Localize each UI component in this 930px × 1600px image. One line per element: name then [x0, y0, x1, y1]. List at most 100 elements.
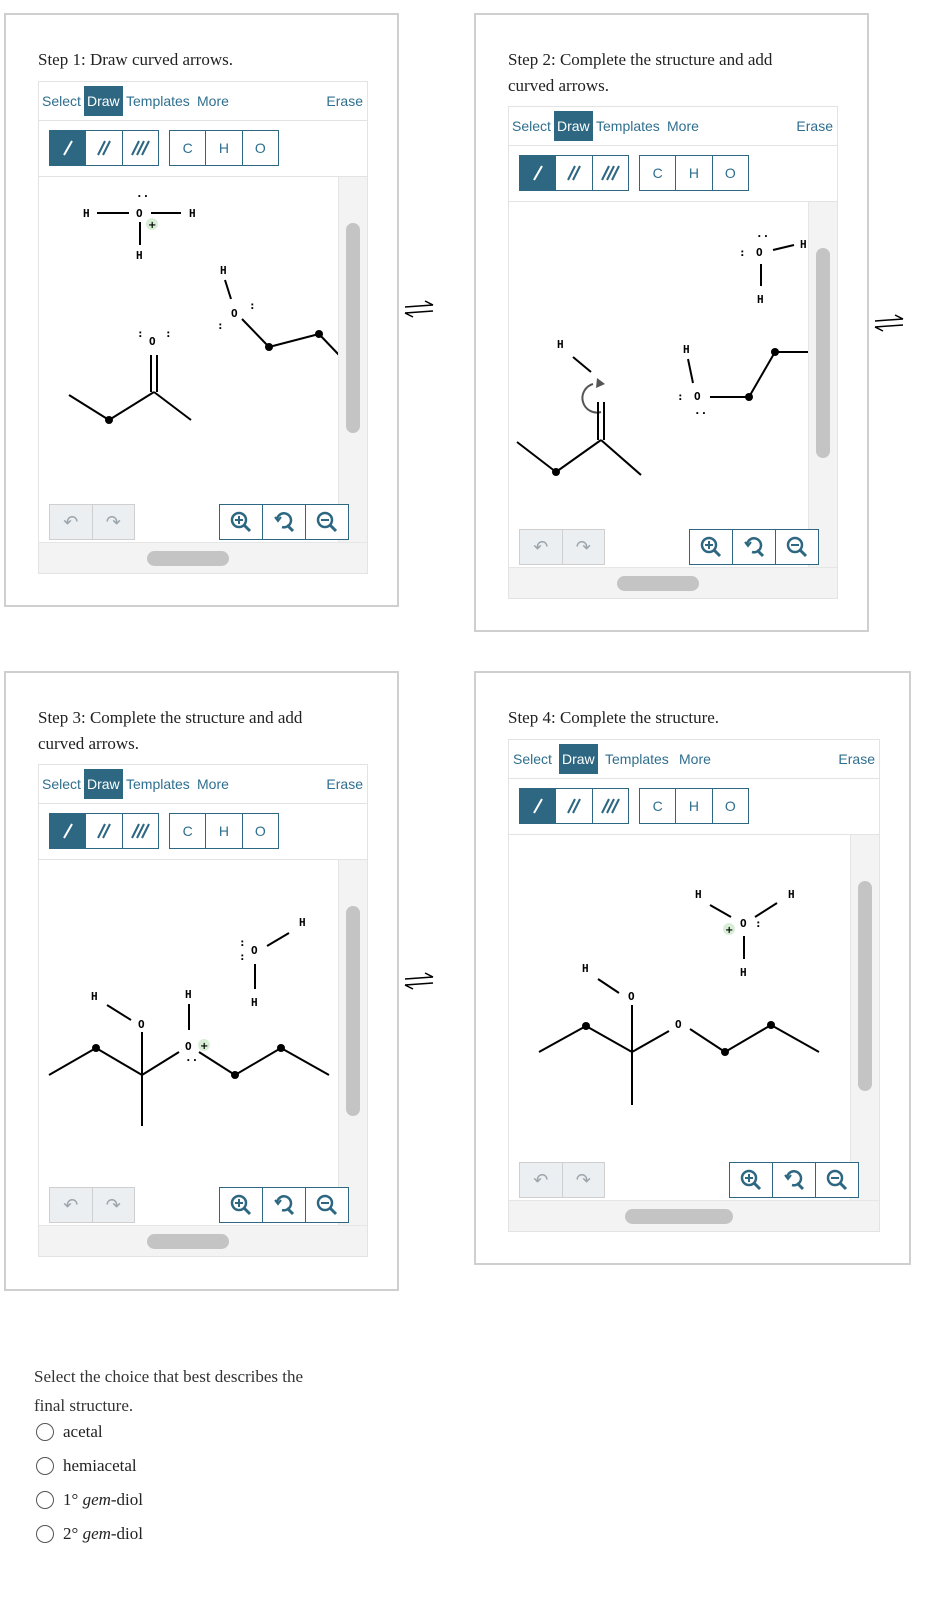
- radio-button[interactable]: [36, 1457, 54, 1475]
- tab-templates[interactable]: Templates: [596, 111, 660, 141]
- tab-select[interactable]: Select: [42, 86, 81, 116]
- vertical-scrollbar[interactable]: [338, 860, 367, 1226]
- tab-templates[interactable]: Templates: [126, 769, 190, 799]
- tab-templates[interactable]: Templates: [605, 744, 669, 774]
- svg-text:+: +: [148, 220, 156, 231]
- atom-o-button[interactable]: O: [713, 156, 748, 190]
- double-bond-icon[interactable]: [556, 789, 593, 823]
- zoom-in-icon[interactable]: [220, 505, 263, 539]
- drawing-canvas[interactable]: H O ·· H H + H O : : O:: ↶ ↷: [39, 177, 367, 573]
- double-bond-icon[interactable]: [556, 156, 593, 190]
- tab-more[interactable]: More: [197, 86, 229, 116]
- atom-o-button[interactable]: O: [243, 814, 278, 848]
- undo-icon[interactable]: ↶: [50, 505, 93, 539]
- drawing-canvas[interactable]: H O : H + H H O O ↶ ↷: [509, 835, 879, 1231]
- horizontal-scrollbar[interactable]: [39, 1225, 367, 1256]
- atom-c-button[interactable]: C: [640, 789, 677, 823]
- undo-icon[interactable]: ↶: [520, 530, 563, 564]
- atom-c-button[interactable]: C: [640, 156, 677, 190]
- option-secondary-gem-diol[interactable]: 2° gem -diol: [36, 1524, 143, 1544]
- zoom-in-icon[interactable]: [220, 1188, 263, 1222]
- horizontal-scroll-thumb[interactable]: [147, 1234, 229, 1249]
- erase-button[interactable]: Erase: [326, 86, 363, 116]
- svg-text:··: ··: [694, 407, 707, 420]
- triple-bond-icon[interactable]: [123, 814, 158, 848]
- tab-select[interactable]: Select: [513, 744, 552, 774]
- redo-icon[interactable]: ↷: [563, 530, 605, 564]
- tab-more[interactable]: More: [667, 111, 699, 141]
- vertical-scrollbar[interactable]: [808, 202, 837, 568]
- tab-draw[interactable]: Draw: [554, 111, 593, 141]
- redo-icon[interactable]: ↷: [563, 1163, 605, 1197]
- single-bond-icon[interactable]: [50, 814, 87, 848]
- single-bond-icon[interactable]: [520, 789, 557, 823]
- double-bond-icon[interactable]: [86, 814, 123, 848]
- zoom-out-icon[interactable]: [306, 505, 348, 539]
- tab-more[interactable]: More: [679, 744, 711, 774]
- single-bond-icon[interactable]: [520, 156, 557, 190]
- radio-button[interactable]: [36, 1491, 54, 1509]
- option-primary-gem-diol[interactable]: 1° gem -diol: [36, 1490, 143, 1510]
- drawing-canvas[interactable]: O ·· : H H H O : ·· H ↶ ↷: [509, 202, 837, 598]
- undo-icon[interactable]: ↶: [50, 1188, 93, 1222]
- atom-h-button[interactable]: H: [206, 131, 243, 165]
- zoom-reset-icon[interactable]: [263, 1188, 306, 1222]
- tab-draw[interactable]: Draw: [559, 744, 598, 774]
- erase-button[interactable]: Erase: [796, 111, 833, 141]
- drawing-canvas[interactable]: O : : H H H O H O ·· + ↶ ↷: [39, 860, 367, 1256]
- horizontal-scrollbar[interactable]: [39, 542, 367, 573]
- undo-redo-group: ↶ ↷: [49, 1187, 135, 1223]
- horizontal-scroll-thumb[interactable]: [147, 551, 229, 566]
- horizontal-scrollbar[interactable]: [509, 567, 837, 598]
- zoom-in-icon[interactable]: [690, 530, 733, 564]
- atom-o-button[interactable]: O: [713, 789, 748, 823]
- option-hemiacetal[interactable]: hemiacetal: [36, 1456, 137, 1476]
- zoom-out-icon[interactable]: [306, 1188, 348, 1222]
- atom-h-button[interactable]: H: [206, 814, 243, 848]
- vertical-scroll-thumb[interactable]: [346, 223, 360, 433]
- triple-bond-icon[interactable]: [123, 131, 158, 165]
- single-bond-icon[interactable]: [50, 131, 87, 165]
- vertical-scroll-thumb[interactable]: [346, 906, 360, 1116]
- zoom-reset-icon[interactable]: [263, 505, 306, 539]
- vertical-scrollbar[interactable]: [850, 835, 879, 1201]
- undo-icon[interactable]: ↶: [520, 1163, 563, 1197]
- step-1-title: Step 1: Draw curved arrows.: [38, 50, 233, 69]
- atom-h-button[interactable]: H: [676, 789, 713, 823]
- vertical-scrollbar[interactable]: [338, 177, 367, 543]
- horizontal-scrollbar[interactable]: [509, 1200, 879, 1231]
- vertical-scroll-thumb[interactable]: [858, 881, 872, 1091]
- radio-button[interactable]: [36, 1525, 54, 1543]
- zoom-reset-icon[interactable]: [773, 1163, 816, 1197]
- horizontal-scroll-thumb[interactable]: [625, 1209, 733, 1224]
- tab-draw[interactable]: Draw: [84, 769, 123, 799]
- atom-o-button[interactable]: O: [243, 131, 278, 165]
- zoom-reset-icon[interactable]: [733, 530, 776, 564]
- vertical-scroll-thumb[interactable]: [816, 248, 830, 458]
- triple-bond-icon[interactable]: [593, 789, 628, 823]
- tab-draw[interactable]: Draw: [84, 86, 123, 116]
- option-acetal[interactable]: acetal: [36, 1422, 103, 1442]
- tab-select[interactable]: Select: [512, 111, 551, 141]
- zoom-out-icon[interactable]: [816, 1163, 858, 1197]
- double-bond-icon[interactable]: [86, 131, 123, 165]
- radio-button[interactable]: [36, 1423, 54, 1441]
- tab-select[interactable]: Select: [42, 769, 81, 799]
- option-label-prefix: 2°: [63, 1524, 83, 1543]
- tab-templates[interactable]: Templates: [126, 86, 190, 116]
- horizontal-scroll-thumb[interactable]: [617, 576, 699, 591]
- redo-icon[interactable]: ↷: [93, 1188, 135, 1222]
- atom-h-button[interactable]: H: [676, 156, 713, 190]
- atom-c-button[interactable]: C: [170, 814, 207, 848]
- step-1-editor: Select Draw Templates More Erase C H O H: [38, 81, 368, 574]
- svg-text:H: H: [299, 916, 306, 929]
- zoom-group: [689, 529, 819, 565]
- erase-button[interactable]: Erase: [838, 744, 875, 774]
- zoom-out-icon[interactable]: [776, 530, 818, 564]
- redo-icon[interactable]: ↷: [93, 505, 135, 539]
- triple-bond-icon[interactable]: [593, 156, 628, 190]
- erase-button[interactable]: Erase: [326, 769, 363, 799]
- zoom-in-icon[interactable]: [730, 1163, 773, 1197]
- tab-more[interactable]: More: [197, 769, 229, 799]
- atom-c-button[interactable]: C: [170, 131, 207, 165]
